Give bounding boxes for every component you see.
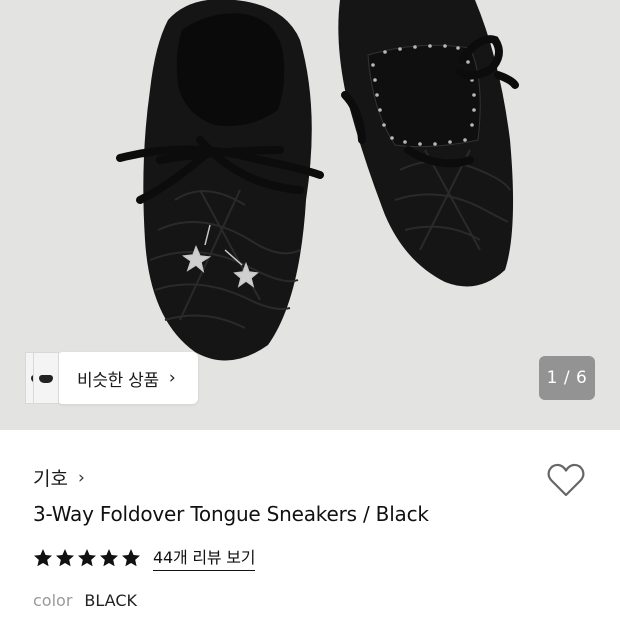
similar-thumbnails [25, 352, 65, 404]
review-link[interactable]: 44개 리뷰 보기 [153, 544, 256, 571]
product-info: 기호 › 3-Way Foldover Tongue Sneakers / Bl… [0, 430, 620, 620]
color-value: BLACK [84, 591, 137, 610]
brand-link[interactable]: 기호 › [33, 464, 85, 491]
heart-icon[interactable] [546, 462, 586, 498]
chevron-right-icon: › [77, 467, 85, 488]
similar-products-button[interactable]: 비슷한 상품 › [25, 352, 198, 404]
star-icon [78, 548, 96, 566]
product-title: 3-Way Foldover Tongue Sneakers / Black [33, 502, 429, 526]
star-icon [56, 548, 74, 566]
color-label: color [33, 591, 73, 610]
star-icon [122, 548, 140, 566]
similar-thumbnail [33, 352, 59, 404]
rating-stars [33, 548, 141, 568]
color-row: color BLACK [33, 591, 137, 610]
similar-products-pill[interactable]: 비슷한 상품 › [57, 352, 198, 404]
similar-products-label: 비슷한 상품 [77, 370, 159, 391]
image-counter: 1 / 6 [539, 356, 595, 400]
product-image-gallery[interactable]: 비슷한 상품 › 1 / 6 [0, 0, 620, 430]
brand-name: 기호 [33, 468, 68, 490]
star-icon [34, 548, 52, 566]
star-icon [100, 548, 118, 566]
chevron-right-icon: › [168, 368, 176, 388]
rating-row: 44개 리뷰 보기 [33, 544, 256, 571]
